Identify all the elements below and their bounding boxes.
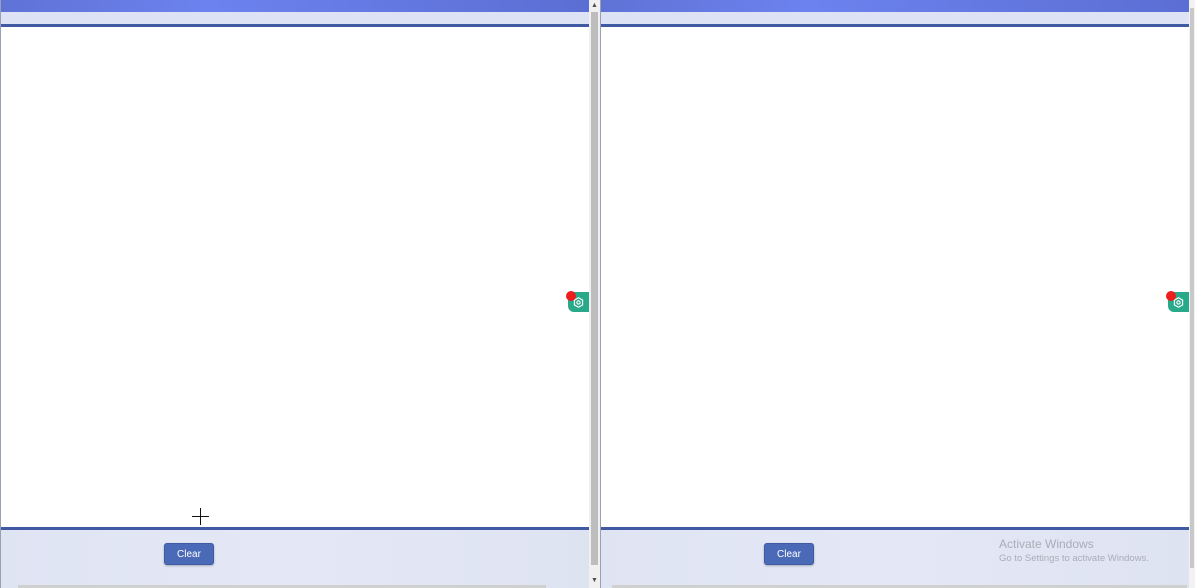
drawing-canvas[interactable] <box>601 27 1189 527</box>
notification-dot <box>566 291 576 301</box>
clear-button[interactable]: Clear <box>764 543 814 565</box>
left-browser-pane: Clear <box>0 0 589 588</box>
scrollbar-thumb[interactable] <box>591 12 598 565</box>
sub-header-bar <box>601 12 1189 24</box>
header-bar <box>601 0 1189 12</box>
scroll-up-arrow-icon[interactable]: ▲ <box>589 0 600 11</box>
scroll-down-arrow-icon[interactable]: ▼ <box>589 575 600 586</box>
footer-bar <box>1 530 589 588</box>
notification-dot <box>1166 291 1176 301</box>
drawing-canvas[interactable] <box>1 27 589 527</box>
right-scrollbar-thumb[interactable] <box>1190 8 1194 568</box>
sub-header-bar <box>1 12 589 24</box>
crosshair-cursor-icon <box>192 508 209 525</box>
activate-windows-watermark: Activate Windows Go to Settings to activ… <box>999 537 1149 565</box>
right-vertical-scrollbar[interactable] <box>1189 0 1195 588</box>
header-bar <box>1 0 589 12</box>
watermark-title: Activate Windows <box>999 537 1094 551</box>
vertical-scrollbar[interactable]: ▲ ▼ <box>589 0 600 588</box>
watermark-subtitle: Go to Settings to activate Windows. <box>999 553 1149 564</box>
right-browser-pane: Clear <box>600 0 1189 588</box>
clear-button[interactable]: Clear <box>164 543 214 565</box>
